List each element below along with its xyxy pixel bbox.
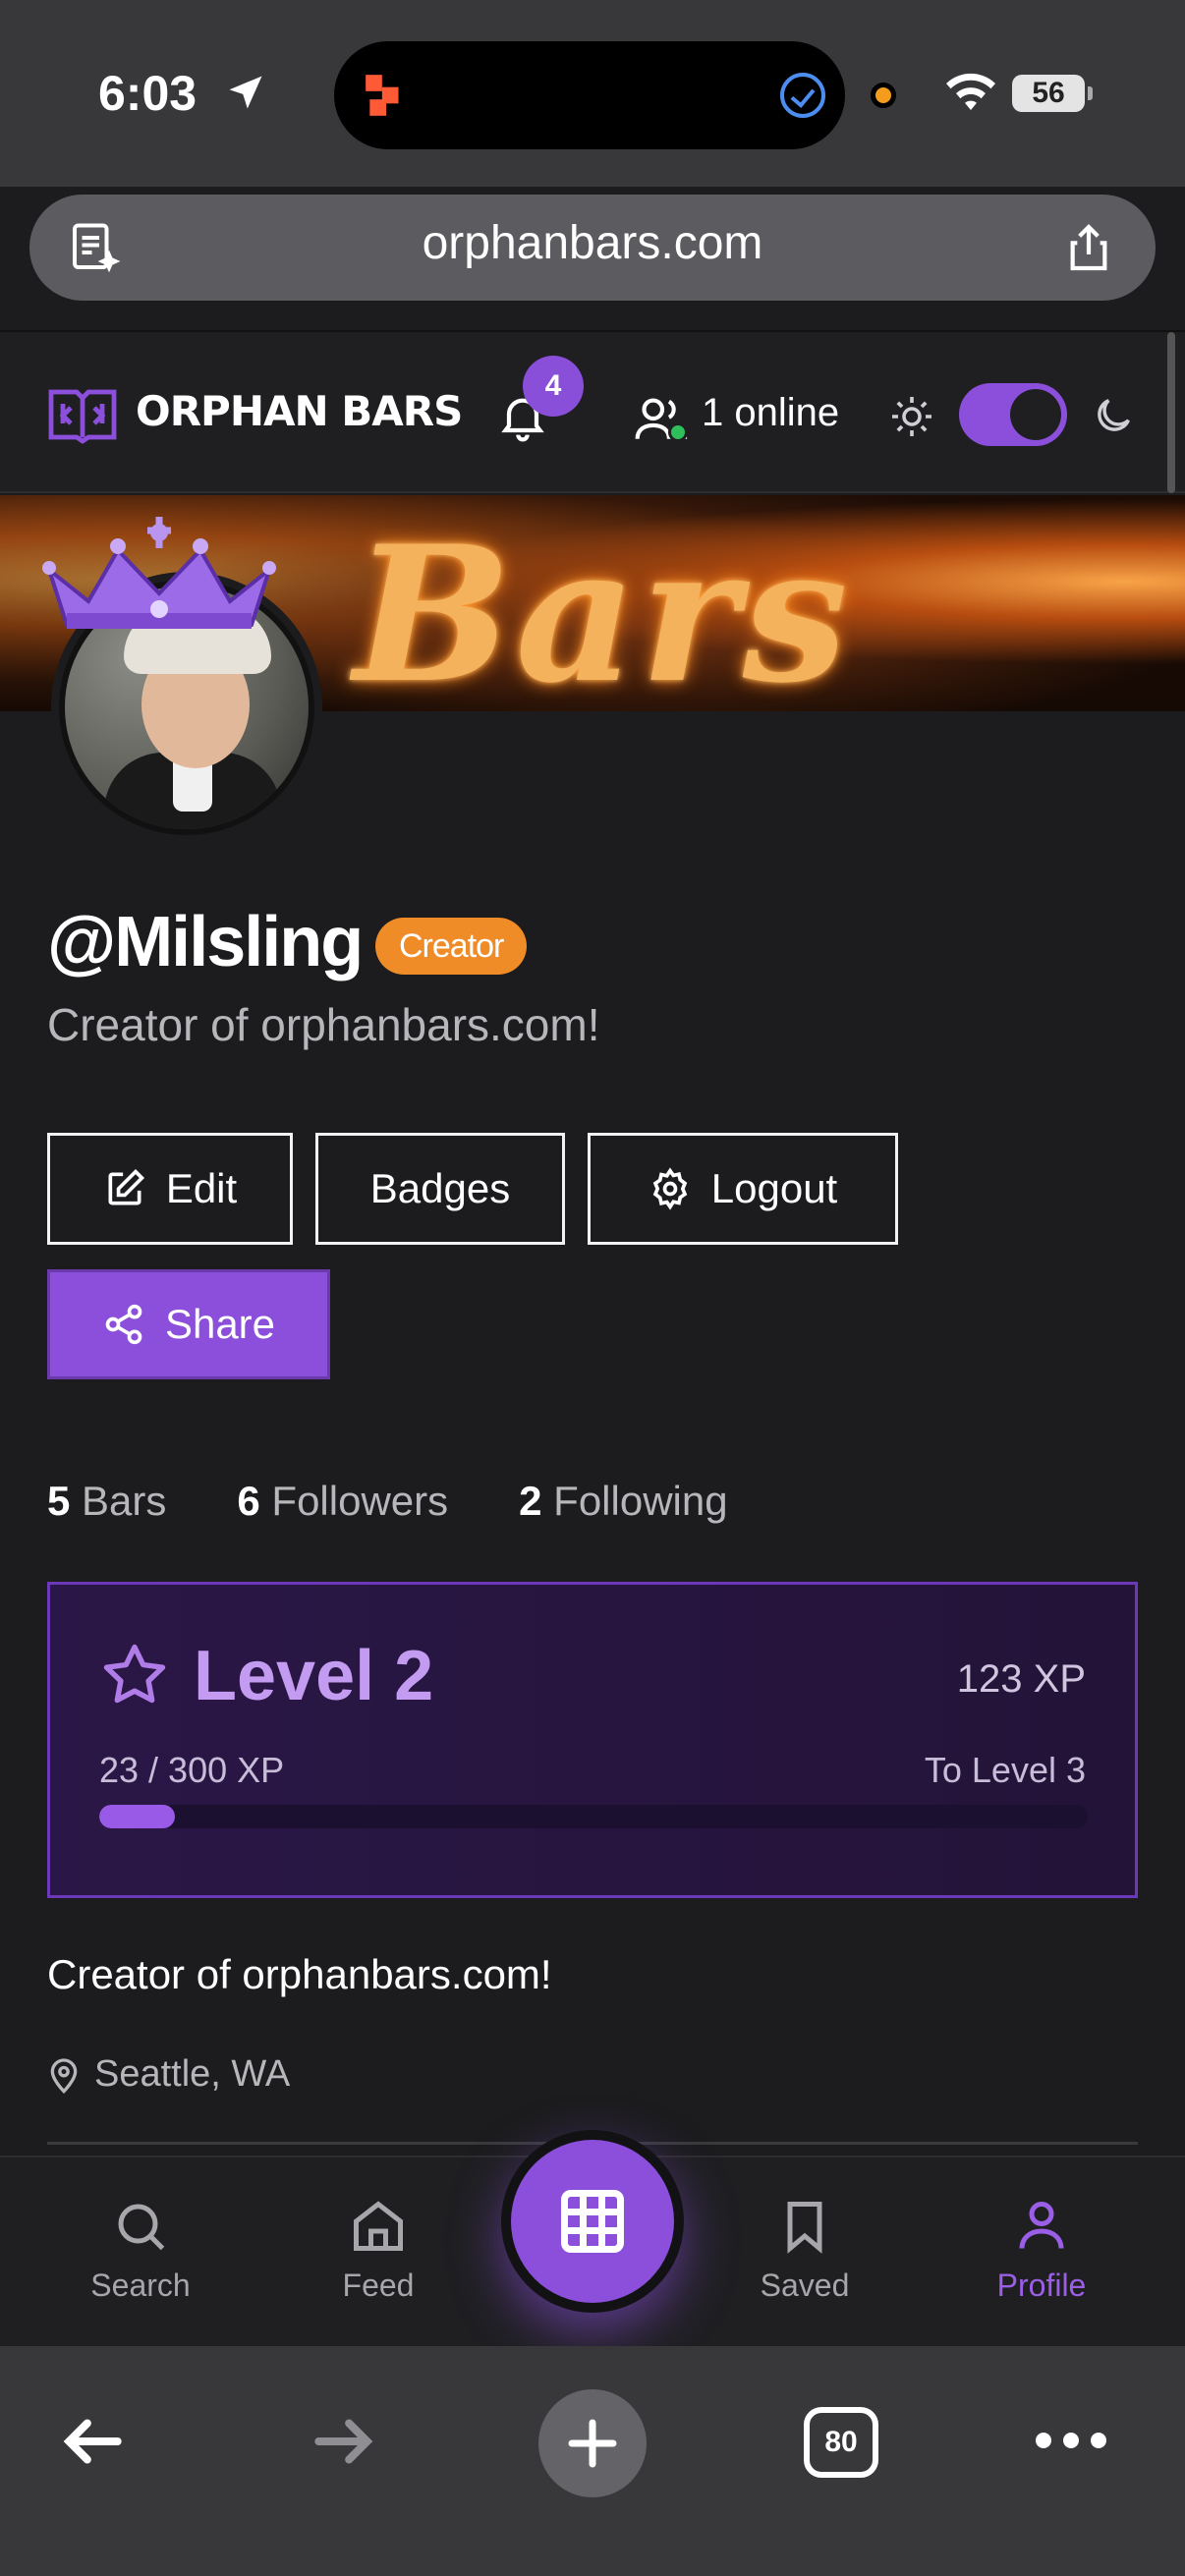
orphan-bars-logo-icon[interactable]	[47, 383, 118, 444]
badges-button-label: Badges	[369, 1165, 511, 1211]
search-icon	[118, 2204, 165, 2251]
location-arrow-icon	[229, 76, 262, 109]
profile-location: Seattle, WA	[47, 2053, 290, 2096]
total-xp: 123 XP	[956, 1657, 1086, 1701]
create-bar-button-face[interactable]	[511, 2140, 674, 2303]
brand-name[interactable]: ORPHAN BARS	[136, 387, 463, 435]
role-badge: Creator	[375, 918, 528, 975]
forward-arrow-icon[interactable]	[307, 2405, 379, 2478]
grid-icon	[561, 2190, 624, 2253]
profile-bio: Creator of orphanbars.com!	[47, 1951, 552, 1997]
banner-text: Bars	[354, 505, 852, 711]
status-bar: 6:03 56 orphanbars.com	[0, 0, 1185, 301]
recording-dot-icon	[871, 83, 896, 108]
url-bar[interactable]: orphanbars.com	[29, 195, 1156, 301]
sun-icon[interactable]	[888, 393, 935, 440]
app-activity-icon	[366, 75, 399, 116]
star-icon	[103, 1644, 166, 1704]
share-button-label: Share	[164, 1301, 276, 1347]
following-label: Following	[553, 1478, 728, 1524]
plus-icon	[568, 2419, 617, 2468]
bars-count: 5	[47, 1478, 71, 1524]
create-bar-button[interactable]	[501, 2130, 684, 2313]
share-sheet-icon[interactable]	[1061, 218, 1116, 277]
notification-badge[interactable]: 4	[523, 356, 584, 417]
badges-button[interactable]: Badges	[315, 1133, 565, 1245]
tabs-button[interactable]: 80	[804, 2407, 878, 2478]
theme-toggle[interactable]	[959, 383, 1067, 446]
stat-bars[interactable]: 5 Bars	[47, 1478, 166, 1525]
following-count: 2	[519, 1478, 542, 1524]
edit-icon	[108, 1168, 144, 1205]
moon-icon[interactable]	[1091, 393, 1136, 438]
new-tab-button[interactable]	[538, 2389, 647, 2497]
home-icon	[354, 2201, 403, 2251]
back-arrow-icon[interactable]	[57, 2405, 130, 2478]
nav-feed-label: Feed	[342, 2268, 415, 2303]
level-title: Level 2	[194, 1637, 434, 1715]
crown-icon	[42, 517, 276, 629]
nav-feed[interactable]: Feed	[290, 2197, 467, 2304]
share-button[interactable]: Share	[47, 1269, 330, 1379]
next-level-text: To Level 3	[924, 1750, 1086, 1790]
status-time: 6:03	[98, 66, 198, 121]
xp-progress-text: 23 / 300 XP	[99, 1750, 285, 1790]
bookmark-icon	[787, 2202, 822, 2254]
xp-progress-fill	[99, 1805, 176, 1828]
profile-stats: 5 Bars 6 Followers 2 Following	[47, 1478, 728, 1525]
battery-indicator: 56	[1012, 75, 1093, 112]
stat-following[interactable]: 2 Following	[519, 1478, 727, 1525]
nav-search-label: Search	[90, 2268, 191, 2303]
more-icon[interactable]	[1032, 2421, 1110, 2460]
dynamic-island	[334, 41, 845, 149]
nav-saved[interactable]: Saved	[716, 2197, 893, 2304]
nav-profile-label: Profile	[996, 2268, 1087, 2303]
followers-label: Followers	[271, 1478, 449, 1524]
nav-profile[interactable]: Profile	[953, 2197, 1130, 2304]
url-text[interactable]: orphanbars.com	[29, 216, 1156, 270]
user-icon	[1019, 2202, 1064, 2249]
location-text: Seattle, WA	[94, 2053, 291, 2095]
share-icon	[105, 1304, 142, 1345]
stat-followers[interactable]: 6 Followers	[237, 1478, 448, 1525]
logout-button[interactable]: Logout	[588, 1133, 898, 1245]
gear-icon	[652, 1167, 688, 1210]
nav-search[interactable]: Search	[52, 2197, 229, 2304]
app-header: ORPHAN BARS 4 1 online	[0, 330, 1185, 493]
level-card: Level 2 123 XP 23 / 300 XP To Level 3	[47, 1582, 1138, 1898]
followers-count: 6	[237, 1478, 260, 1524]
bars-label: Bars	[82, 1478, 167, 1524]
profile-tagline: Creator of orphanbars.com!	[47, 999, 600, 1050]
check-circle-icon	[780, 73, 825, 118]
wifi-icon	[946, 73, 995, 110]
map-pin-icon	[50, 2057, 78, 2094]
online-status-dot	[668, 422, 688, 442]
profile-username: @Milsling	[47, 903, 364, 981]
xp-progress-bar	[99, 1805, 1088, 1828]
edit-button[interactable]: Edit	[47, 1133, 293, 1245]
scrollbar-thumb[interactable]	[1167, 332, 1175, 493]
nav-saved-label: Saved	[760, 2268, 850, 2303]
browser-toolbar: 80	[0, 2346, 1185, 2576]
online-count: 1 online	[702, 391, 840, 434]
logout-button-label: Logout	[710, 1165, 838, 1211]
edit-button-label: Edit	[165, 1165, 238, 1211]
